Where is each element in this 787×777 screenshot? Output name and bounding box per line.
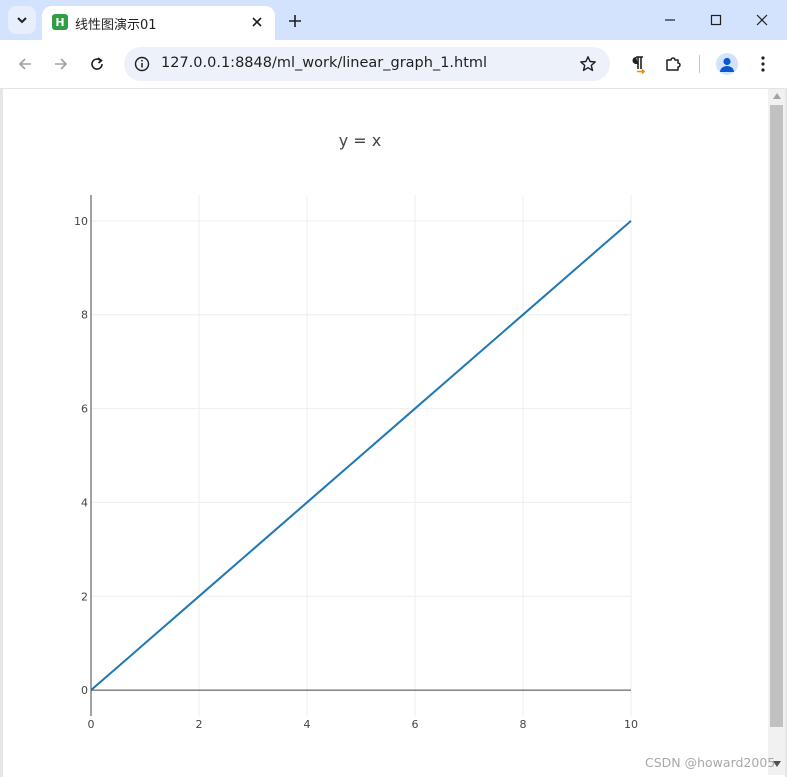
pilcrow-icon: [632, 56, 646, 74]
bookmark-button[interactable]: [578, 54, 598, 74]
back-icon: [18, 58, 31, 70]
chevron-down-icon: [17, 17, 27, 24]
toolbar-separator: [699, 55, 700, 73]
browser-toolbar: 127.0.0.1:8848/ml_work/linear_graph_1.ht…: [0, 40, 787, 89]
more-menu-button[interactable]: [751, 52, 775, 76]
html-file-icon: H: [52, 14, 68, 30]
chart-title: y = x: [338, 131, 382, 150]
watermark: CSDN @howard2005: [645, 755, 776, 770]
reload-icon: [91, 57, 103, 70]
maximize-button[interactable]: [693, 0, 739, 40]
tab-strip: H 线性图演示01: [0, 0, 787, 40]
forward-icon: [55, 58, 68, 70]
triangle-up-icon: [772, 93, 781, 99]
profile-icon: [720, 57, 734, 72]
page-content: [3, 89, 768, 775]
address-url[interactable]: 127.0.0.1:8848/ml_work/linear_graph_1.ht…: [161, 55, 487, 71]
forward-button[interactable]: [48, 51, 74, 77]
star-icon: [580, 56, 596, 72]
plus-icon: [289, 15, 301, 27]
window-close-icon: [756, 14, 768, 26]
more-icon: [761, 56, 765, 72]
maximize-icon: [710, 14, 722, 26]
reload-button[interactable]: [84, 51, 110, 77]
tab-search-button[interactable]: [8, 6, 36, 34]
profile-button[interactable]: [716, 53, 738, 75]
vertical-scrollbar[interactable]: [768, 89, 785, 775]
tab-close-button[interactable]: [247, 12, 267, 32]
back-button[interactable]: [12, 51, 38, 77]
scroll-up-button[interactable]: [768, 89, 785, 103]
minimize-button[interactable]: [647, 0, 693, 40]
site-info-button[interactable]: [132, 54, 152, 74]
pilcrow-extension-button[interactable]: [625, 52, 649, 76]
new-tab-button[interactable]: [283, 9, 307, 33]
scroll-thumb[interactable]: [770, 105, 783, 727]
site-info-icon: [134, 56, 150, 72]
minimize-icon: [665, 19, 675, 21]
address-bar[interactable]: 127.0.0.1:8848/ml_work/linear_graph_1.ht…: [124, 47, 610, 81]
active-tab[interactable]: H 线性图演示01: [42, 6, 275, 40]
tab-title: 线性图演示01: [75, 18, 157, 33]
extensions-button[interactable]: [661, 52, 685, 76]
close-icon: [252, 17, 262, 27]
extensions-icon: [666, 57, 681, 71]
window-close-button[interactable]: [739, 0, 785, 40]
